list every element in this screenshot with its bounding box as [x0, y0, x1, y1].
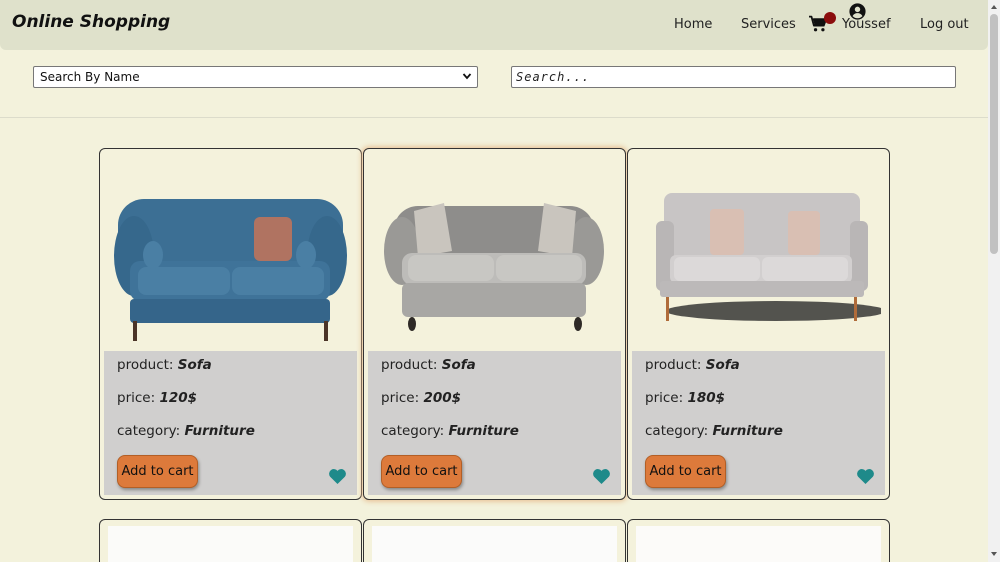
product-category: Furniture	[712, 423, 783, 439]
product-price-row: price: 180$	[645, 390, 725, 406]
product-info-panel: product: Sofa price: 120$ category: Furn…	[104, 351, 357, 495]
product-card: product: Sofa price: 180$ category: Furn…	[627, 148, 890, 500]
product-info-panel: product: Sofa price: 180$ category: Furn…	[632, 351, 885, 495]
navbar: Online Shopping Home Services Youssef Lo…	[0, 0, 988, 50]
category-label: category:	[381, 423, 449, 439]
product-name: Sofa	[177, 357, 212, 373]
search-by-selected-value: Search By Name	[40, 70, 140, 84]
product-image-modern-sofa	[656, 193, 881, 321]
product-info-panel: product: Sofa price: 200$ category: Furn…	[368, 351, 621, 495]
category-label: category:	[117, 423, 185, 439]
product-label: product:	[645, 357, 706, 373]
product-label: product:	[117, 357, 178, 373]
product-name: Sofa	[441, 357, 476, 373]
price-label: price:	[117, 390, 160, 406]
product-price-row: price: 120$	[117, 390, 197, 406]
logout-link[interactable]: Log out	[920, 17, 969, 32]
search-input[interactable]	[511, 66, 956, 88]
heart-icon[interactable]	[328, 468, 347, 485]
divider	[0, 117, 988, 118]
product-card	[99, 519, 362, 562]
price-label: price:	[645, 390, 688, 406]
product-category-row: category: Furniture	[117, 423, 255, 439]
scroll-up-arrow-icon[interactable]	[990, 3, 998, 11]
product-name-row: product: Sofa	[381, 357, 476, 373]
product-price: 200$	[423, 390, 462, 406]
product-price: 120$	[159, 390, 198, 406]
add-to-cart-button[interactable]: Add to cart	[381, 455, 462, 488]
product-category-row: category: Furniture	[645, 423, 783, 439]
add-to-cart-button[interactable]: Add to cart	[117, 455, 198, 488]
heart-icon[interactable]	[592, 468, 611, 485]
product-image-grey-tufted-sofa	[384, 203, 604, 331]
product-image-blue-sofa	[114, 199, 347, 341]
product-card	[627, 519, 890, 562]
heart-icon[interactable]	[856, 468, 875, 485]
product-card	[363, 519, 626, 562]
product-name-row: product: Sofa	[645, 357, 740, 373]
category-label: category:	[645, 423, 713, 439]
product-image-placeholder	[108, 526, 353, 562]
scroll-down-arrow-icon[interactable]	[990, 550, 998, 558]
add-to-cart-button[interactable]: Add to cart	[645, 455, 726, 488]
user-name[interactable]: Youssef	[842, 17, 891, 32]
price-label: price:	[381, 390, 424, 406]
product-card: product: Sofa price: 120$ category: Furn…	[99, 148, 362, 500]
product-image-placeholder	[636, 526, 881, 562]
product-category-row: category: Furniture	[381, 423, 519, 439]
nav-services-link[interactable]: Services	[741, 17, 796, 32]
product-name-row: product: Sofa	[117, 357, 212, 373]
product-category: Furniture	[184, 423, 255, 439]
product-price-row: price: 200$	[381, 390, 461, 406]
chevron-down-icon	[462, 73, 472, 80]
scrollbar-thumb[interactable]	[990, 14, 998, 254]
product-label: product:	[381, 357, 442, 373]
product-card: product: Sofa price: 200$ category: Furn…	[363, 148, 626, 500]
brand-title: Online Shopping	[12, 12, 171, 32]
cart-badge	[824, 12, 836, 24]
scrollbar[interactable]	[988, 0, 1000, 562]
product-image-partial	[238, 556, 328, 562]
product-price: 180$	[687, 390, 726, 406]
product-image-placeholder	[372, 526, 617, 562]
product-name: Sofa	[705, 357, 740, 373]
product-category: Furniture	[448, 423, 519, 439]
nav-home-link[interactable]: Home	[674, 17, 712, 32]
search-by-select[interactable]: Search By Name	[33, 66, 478, 88]
